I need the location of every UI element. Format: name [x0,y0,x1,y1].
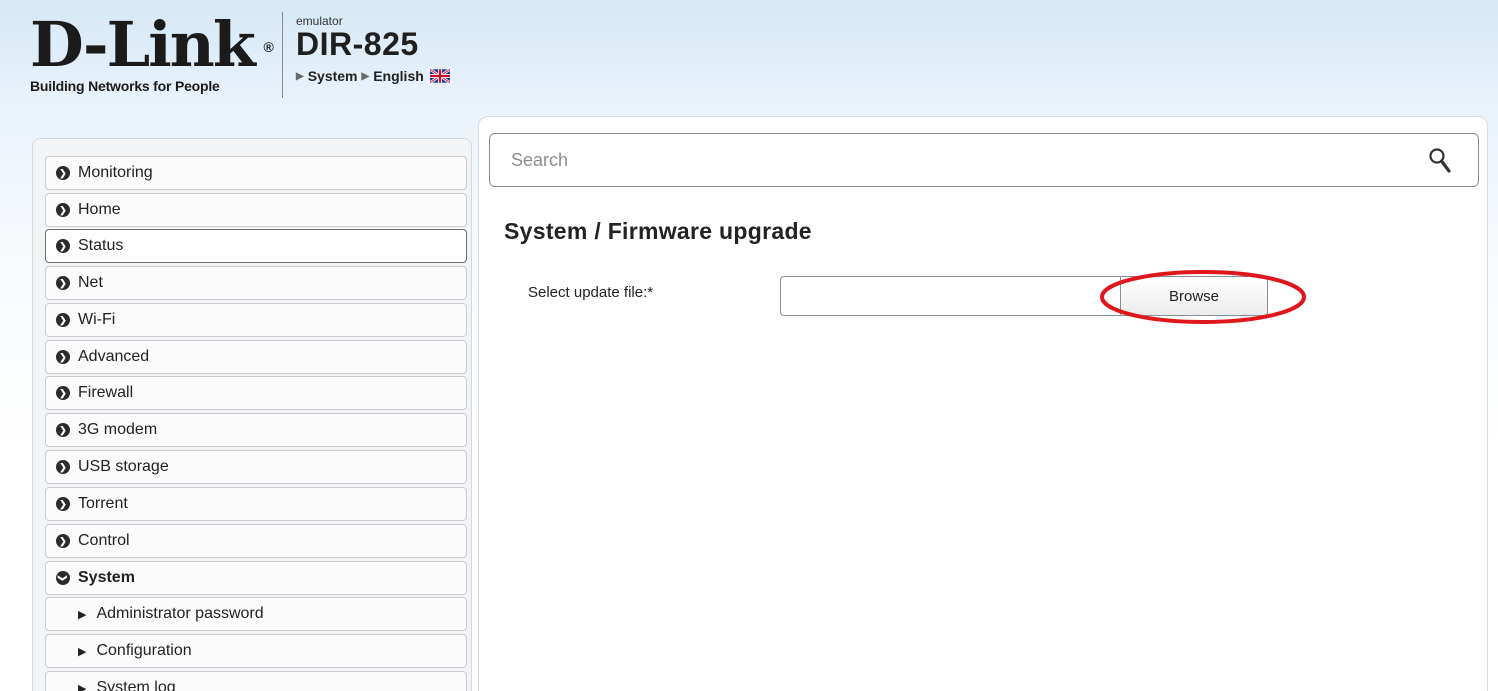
header: D-Link ® Building Networks for People emu… [0,0,1498,110]
chevron-right-icon: ❯ [56,534,70,548]
sidebar-item-label: Home [78,201,121,218]
breadcrumb-system[interactable]: System [308,68,358,84]
sidebar-item-label: Control [78,532,130,549]
triangle-icon: ▶ [296,70,304,82]
chevron-right-icon: ❯ [56,423,70,437]
arrow-right-icon: ▶ [78,608,87,621]
header-divider [282,12,283,98]
chevron-right-icon: ❯ [56,497,70,511]
sidebar-item-label: Net [78,274,103,291]
sidebar-item-status[interactable]: ❯ Status [45,229,467,263]
sidebar-subitem-label: Configuration [96,642,192,659]
registered-mark: ® [263,39,274,55]
sidebar-item-system[interactable]: ❯ System [45,561,467,595]
breadcrumb: ▶ System ▶ English [296,68,450,84]
sidebar-item-monitoring[interactable]: ❯ Monitoring [45,156,467,190]
main-panel [478,116,1488,691]
language-selector[interactable]: English [373,68,424,84]
browse-button[interactable]: Browse [1120,276,1268,316]
arrow-right-icon: ▶ [78,682,87,691]
sidebar-item-label: USB storage [78,458,169,475]
sidebar-item-advanced[interactable]: ❯ Advanced [45,340,467,374]
device-info: emulator DIR-825 ▶ System ▶ English [296,14,450,84]
sidebar-item-home[interactable]: ❯ Home [45,193,467,227]
sidebar-item-label: Torrent [78,495,128,512]
sidebar-item-label: Wi-Fi [78,311,116,328]
sidebar-item-3g-modem[interactable]: ❯ 3G modem [45,413,467,447]
sidebar-item-firewall[interactable]: ❯ Firewall [45,376,467,410]
sidebar-item-label: System [78,569,135,586]
search-icon[interactable] [1428,147,1452,175]
sidebar-subitem-configuration[interactable]: ▶ Configuration [45,634,467,668]
search-input[interactable] [490,134,1410,186]
chevron-right-icon: ❯ [56,386,70,400]
sidebar-item-net[interactable]: ❯ Net [45,266,467,300]
chevron-right-icon: ❯ [56,166,70,180]
sidebar-subitem-label: System log [96,679,176,691]
sidebar-item-label: Monitoring [78,164,153,181]
sidebar-item-label: Firewall [78,384,134,401]
chevron-right-icon: ❯ [56,460,70,474]
sidebar-subitem-system-log[interactable]: ▶ System log [45,671,467,691]
sidebar-item-usb-storage[interactable]: ❯ USB storage [45,450,467,484]
sidebar-item-wifi[interactable]: ❯ Wi-Fi [45,303,467,337]
search-bar[interactable] [489,133,1479,187]
sidebar-item-control[interactable]: ❯ Control [45,524,467,558]
sidebar-subitem-administrator-password[interactable]: ▶ Administrator password [45,597,467,631]
sidebar-item-label: Advanced [78,348,150,365]
sidebar-item-torrent[interactable]: ❯ Torrent [45,487,467,521]
sidebar-item-label: 3G modem [78,421,158,438]
chevron-right-icon: ❯ [56,276,70,290]
sidebar-subitem-label: Administrator password [96,605,264,622]
triangle-icon: ▶ [361,70,370,82]
chevron-right-icon: ❯ [56,239,70,253]
chevron-right-icon: ❯ [56,313,70,327]
chevron-down-icon: ❯ [56,571,70,585]
model-name: DIR-825 [296,26,419,62]
chevron-right-icon: ❯ [56,203,70,217]
dlink-logo[interactable]: D-Link ® Building Networks for People [30,14,274,95]
chevron-right-icon: ❯ [56,350,70,364]
update-file-label: Select update file:* [528,284,654,301]
uk-flag-icon[interactable] [429,69,450,83]
page-title: System / Firmware upgrade [504,218,812,244]
logo-word: D-Link [30,8,256,81]
sidebar-item-label: Status [78,237,124,254]
arrow-right-icon: ▶ [78,645,87,658]
